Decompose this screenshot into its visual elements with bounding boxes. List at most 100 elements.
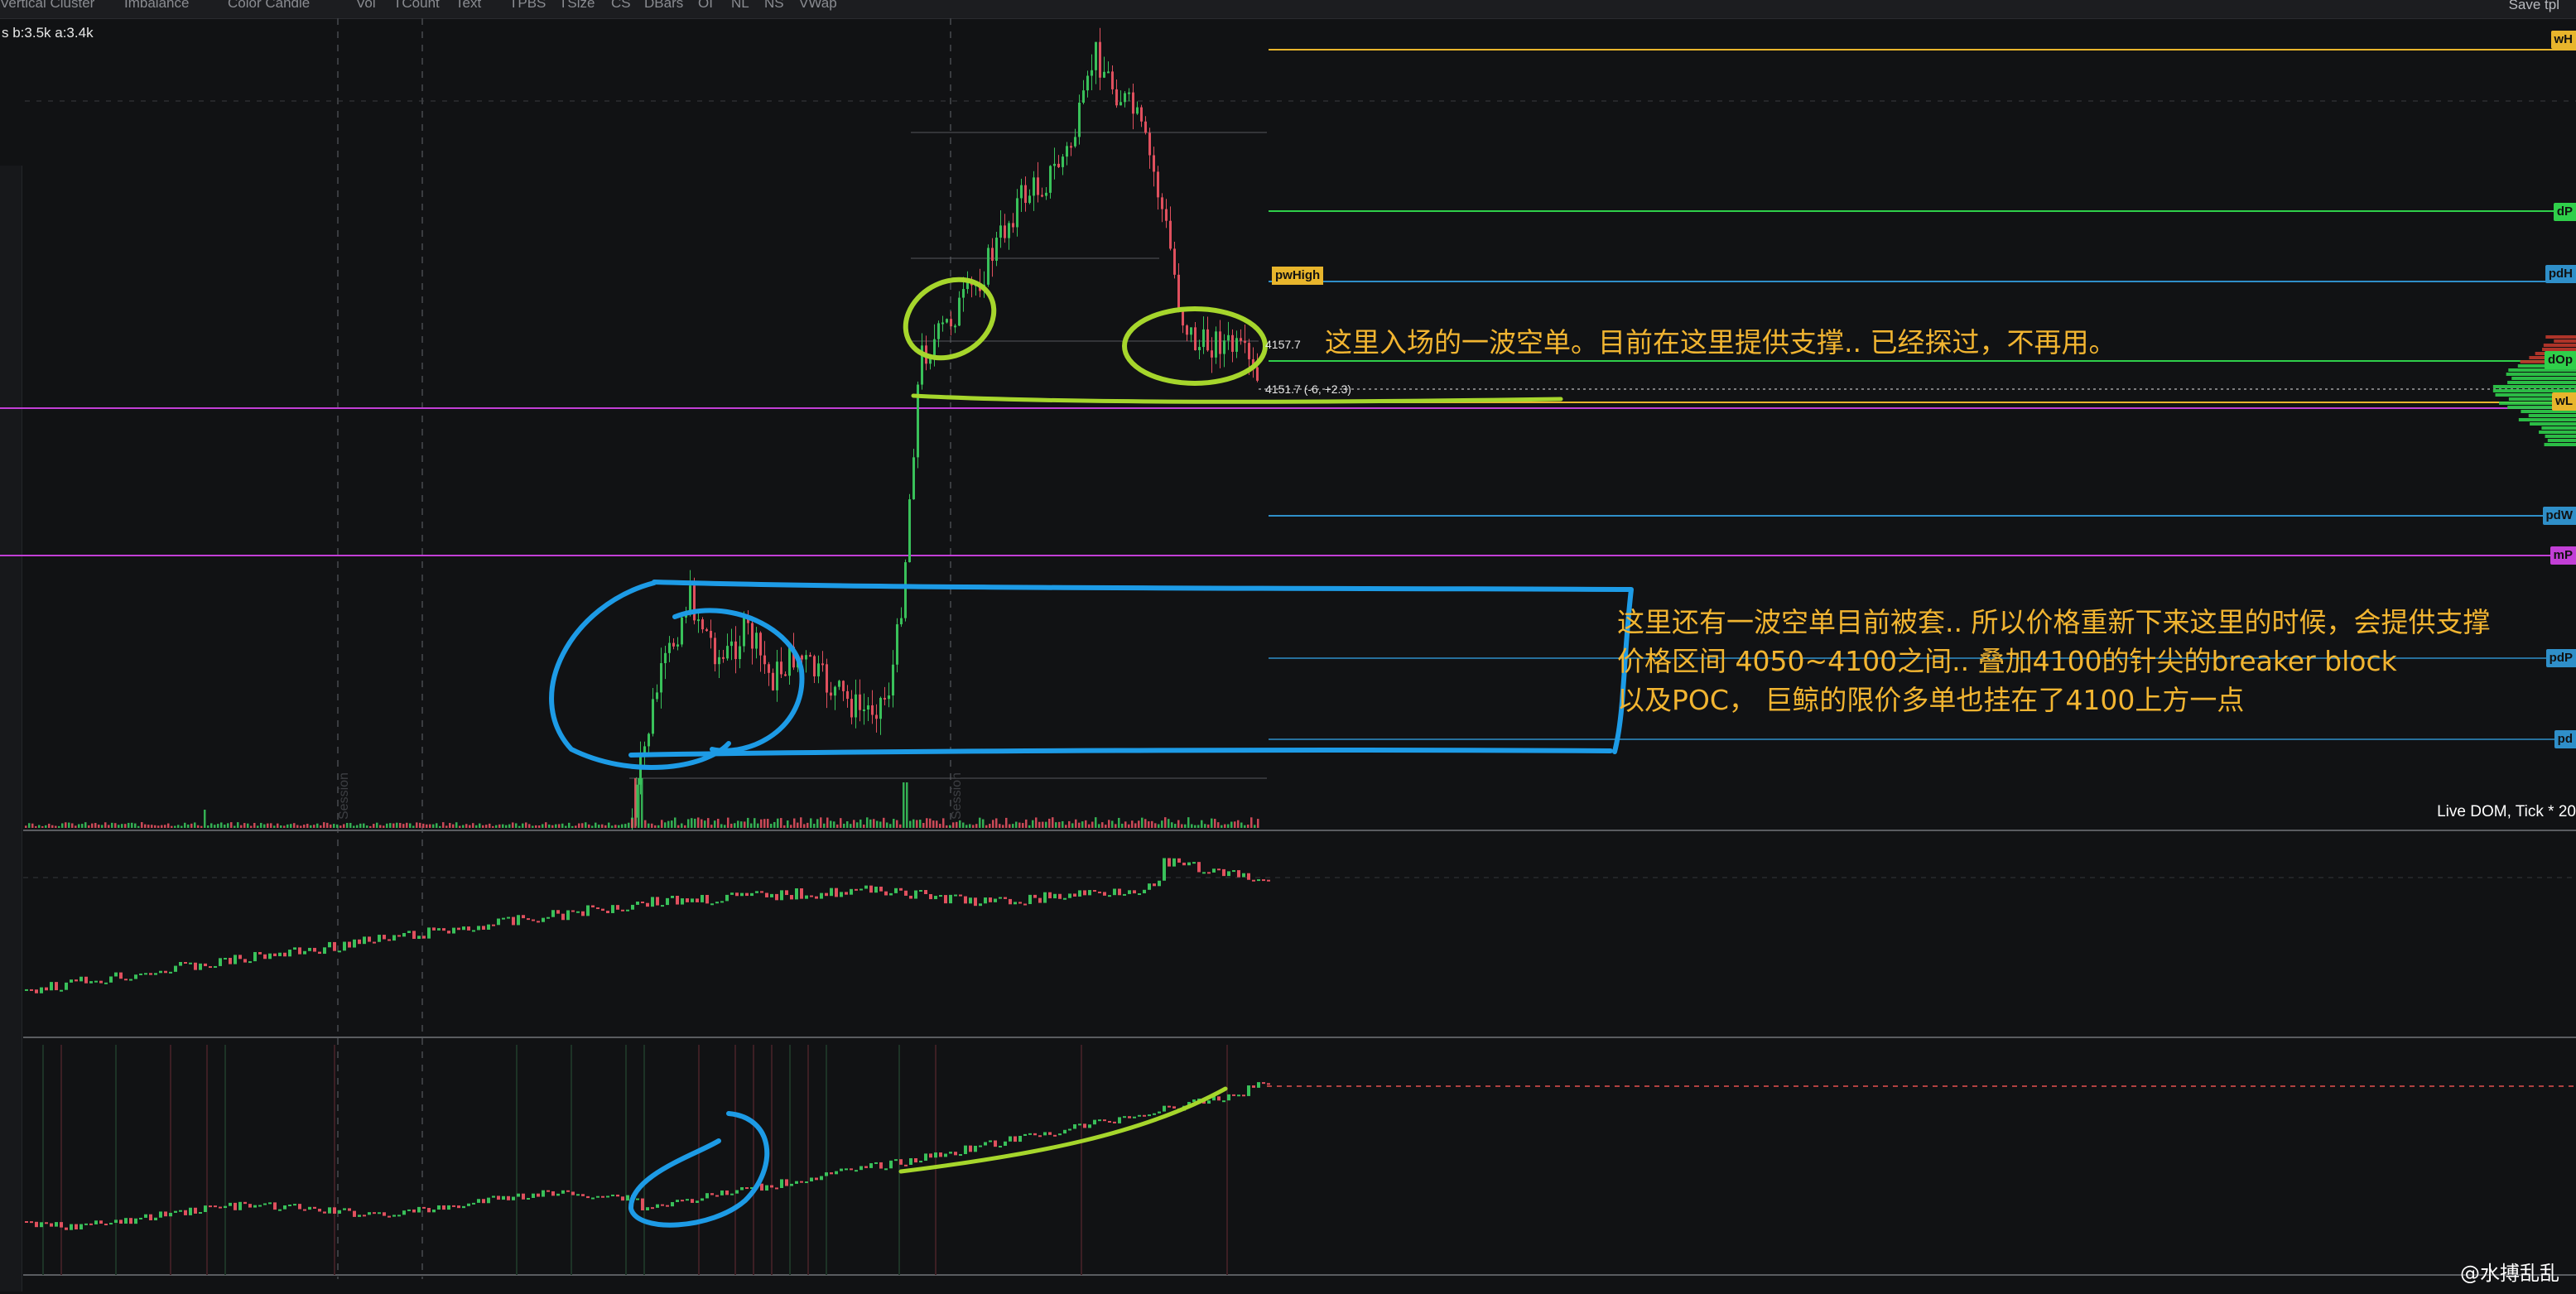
delta-candle bbox=[661, 905, 664, 907]
volume-bar bbox=[280, 825, 282, 828]
oi-candle bbox=[850, 1168, 853, 1171]
oi-candle bbox=[1172, 1106, 1176, 1109]
candle-body bbox=[867, 705, 869, 710]
volume-bar bbox=[820, 817, 822, 828]
volume-bar bbox=[1022, 823, 1024, 828]
volume-bar bbox=[730, 823, 733, 828]
oi-candle bbox=[75, 1224, 78, 1230]
delta-candle bbox=[1038, 897, 1042, 903]
oi-candle bbox=[785, 1179, 788, 1186]
delta-candle bbox=[701, 894, 704, 902]
volume-bar bbox=[1207, 824, 1210, 828]
volume-bar bbox=[118, 825, 120, 828]
volume-bar bbox=[863, 824, 865, 828]
delta-candle bbox=[124, 979, 128, 981]
candle-body bbox=[1033, 177, 1035, 196]
delta-candle bbox=[730, 892, 734, 895]
volume-bar bbox=[114, 823, 117, 828]
volume-bar bbox=[1028, 825, 1031, 828]
volume-bar bbox=[1025, 819, 1028, 828]
volume-bar bbox=[1144, 819, 1147, 828]
candle-body bbox=[821, 663, 824, 666]
volume-bar bbox=[1204, 824, 1206, 828]
delta-candle bbox=[840, 892, 843, 897]
oi-candle bbox=[576, 1194, 580, 1196]
delta-candle bbox=[790, 895, 793, 900]
candle-body bbox=[1190, 327, 1192, 335]
delta-candle bbox=[224, 957, 227, 960]
delta-candle bbox=[825, 892, 828, 897]
delta-candle bbox=[1242, 873, 1245, 878]
volume-bar bbox=[108, 825, 110, 828]
volume-bar bbox=[65, 822, 67, 828]
profile-bar bbox=[2539, 431, 2576, 434]
volume-bar bbox=[1250, 817, 1253, 828]
oi-candle bbox=[55, 1222, 58, 1227]
candle-body bbox=[1231, 334, 1234, 352]
oi-candle bbox=[566, 1190, 570, 1192]
delta-candle bbox=[35, 989, 38, 993]
oi-candle bbox=[472, 1202, 475, 1205]
oi-candle bbox=[884, 1168, 888, 1171]
volume-bar bbox=[979, 817, 981, 828]
delta-candle bbox=[954, 894, 957, 897]
oi-candle bbox=[417, 1206, 421, 1213]
oi-candle bbox=[248, 1204, 252, 1208]
delta-candle bbox=[229, 957, 232, 964]
delta-candle bbox=[1187, 862, 1191, 866]
delta-candle bbox=[1197, 862, 1201, 873]
delta-candle bbox=[214, 965, 217, 968]
cumulative-delta-candles bbox=[25, 858, 1270, 993]
volume-bar bbox=[674, 817, 677, 828]
oi-candle bbox=[1158, 1111, 1161, 1114]
oi-candle bbox=[924, 1153, 927, 1162]
oi-candle bbox=[1108, 1120, 1111, 1123]
volume-bar bbox=[38, 825, 41, 828]
oi-candle bbox=[427, 1208, 431, 1213]
volume-bar bbox=[101, 825, 104, 828]
candle-body bbox=[734, 641, 737, 660]
volume-bar bbox=[31, 823, 34, 828]
delta-candle bbox=[427, 927, 431, 939]
volume-bar bbox=[558, 824, 561, 828]
volume-bar bbox=[131, 822, 133, 828]
delta-candle bbox=[472, 930, 475, 932]
delta-candle bbox=[780, 890, 783, 901]
volume-bar bbox=[482, 825, 484, 828]
candle-body bbox=[958, 297, 961, 326]
volume-bar bbox=[190, 823, 193, 828]
volume-bar bbox=[803, 824, 806, 828]
candle-body bbox=[730, 641, 733, 647]
oi-candle bbox=[204, 1205, 207, 1213]
delta-candle bbox=[333, 941, 336, 951]
tag-dop: dOp bbox=[2545, 351, 2576, 369]
volume-bar bbox=[929, 818, 932, 828]
oi-candle bbox=[313, 1206, 316, 1210]
candle-body bbox=[1107, 71, 1110, 74]
candle-body bbox=[1008, 223, 1010, 238]
oi-candle bbox=[199, 1212, 202, 1215]
volume-bar bbox=[624, 824, 627, 828]
volume-bar bbox=[873, 819, 875, 828]
volume-bar bbox=[1108, 820, 1110, 828]
volume-bars bbox=[25, 778, 1259, 828]
candle-body bbox=[1086, 75, 1089, 91]
delta-candle bbox=[755, 891, 758, 893]
volume-bar bbox=[250, 825, 253, 828]
candle-body bbox=[1223, 340, 1225, 354]
delta-candle bbox=[924, 890, 927, 895]
delta-candle bbox=[845, 892, 848, 895]
profile-bar bbox=[2511, 377, 2576, 380]
volume-bar bbox=[197, 825, 200, 828]
delta-candle bbox=[551, 910, 555, 917]
candle-body bbox=[1206, 329, 1209, 351]
volume-bar bbox=[320, 825, 322, 828]
tag-dp: dP bbox=[2553, 203, 2576, 221]
volume-bar bbox=[1171, 822, 1173, 828]
volume-bar bbox=[369, 825, 372, 828]
oi-candle bbox=[50, 1223, 53, 1227]
delta-candle bbox=[70, 979, 73, 983]
volume-bar bbox=[982, 819, 985, 828]
candle-body bbox=[1103, 71, 1105, 78]
delta-candle bbox=[45, 987, 48, 991]
